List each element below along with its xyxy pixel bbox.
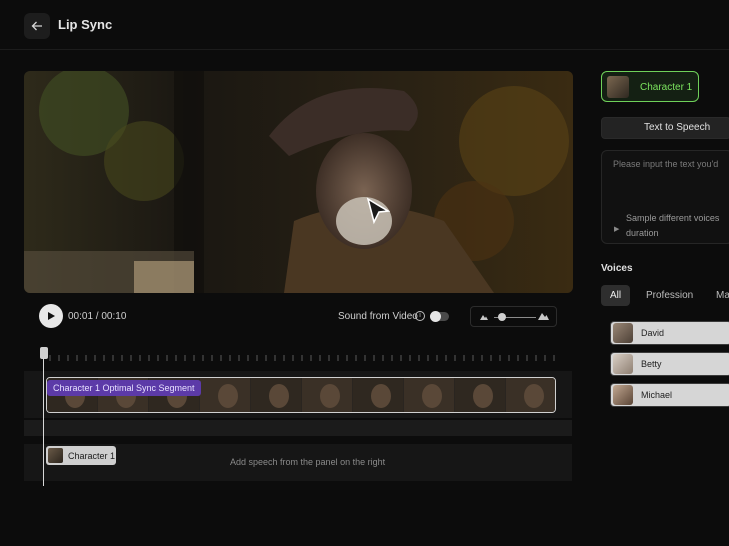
- add-speech-hint: Add speech from the panel on the right: [230, 457, 386, 467]
- toggle-knob: [430, 311, 441, 322]
- avatar: [613, 323, 633, 343]
- voice-item-michael[interactable]: Michael: [610, 383, 729, 407]
- voice-name: Betty: [641, 359, 662, 369]
- sync-segment-badge[interactable]: Character 1 Optimal Sync Segment: [47, 380, 201, 396]
- clip-thumbnail-face: [371, 384, 391, 408]
- zoom-control: [470, 306, 557, 327]
- character-tab[interactable]: Character 1: [601, 71, 699, 102]
- voice-name: David: [641, 328, 665, 338]
- playhead-handle[interactable]: [40, 347, 48, 359]
- filter-profession[interactable]: Profession: [646, 285, 693, 306]
- page-title: Lip Sync: [58, 17, 113, 32]
- arrow-left-icon: [31, 21, 42, 31]
- voice-item-david[interactable]: David: [610, 321, 729, 345]
- voice-name: Michael: [641, 390, 673, 400]
- clip-thumbnail-face: [473, 384, 493, 408]
- character-tab-label: Character 1: [640, 82, 693, 93]
- timeline-ruler[interactable]: [40, 352, 556, 362]
- mouse-cursor-icon: [366, 197, 391, 230]
- clip-thumbnail-face: [269, 384, 289, 408]
- speech-text-input[interactable]: Please input the text you'd ▶ Sample dif…: [601, 150, 729, 244]
- clip-thumbnail-face: [524, 384, 544, 408]
- filter-more[interactable]: Ma: [716, 285, 729, 306]
- top-bar: Lip Sync: [0, 0, 729, 50]
- character-avatar: [607, 76, 629, 98]
- video-preview[interactable]: [24, 71, 573, 293]
- character-thumbnail: [48, 448, 63, 463]
- sound-toggle[interactable]: [430, 311, 449, 322]
- info-icon[interactable]: i: [415, 311, 425, 321]
- sample-hint-line2: duration: [626, 228, 659, 238]
- avatar: [613, 385, 633, 405]
- avatar: [613, 354, 633, 374]
- time-display: 00:01 / 00:10: [68, 311, 127, 322]
- character-chip-label: Character 1: [68, 450, 116, 461]
- sound-from-video-label: Sound from Video: [338, 311, 418, 322]
- play-button[interactable]: [39, 304, 63, 328]
- video-frame-image: [24, 71, 573, 293]
- clip-thumbnail-face: [218, 384, 238, 408]
- clip-thumbnail-face: [422, 384, 442, 408]
- zoom-out-icon[interactable]: [480, 314, 488, 320]
- text-input-placeholder: Please input the text you'd: [613, 159, 719, 169]
- voices-title: Voices: [601, 263, 633, 274]
- clip-thumbnail-face: [320, 384, 340, 408]
- filter-all[interactable]: All: [601, 285, 631, 306]
- play-icon: [48, 312, 55, 320]
- voice-item-betty[interactable]: Betty: [610, 352, 729, 376]
- character-chip[interactable]: Character 1: [46, 446, 116, 465]
- zoom-in-icon[interactable]: [538, 312, 549, 320]
- tab-text-to-speech[interactable]: Text to Speech: [601, 117, 729, 139]
- spacer-track: [24, 420, 572, 436]
- zoom-slider-handle[interactable]: [498, 313, 507, 321]
- back-button[interactable]: [24, 13, 50, 39]
- sample-hint-line1: Sample different voices: [626, 213, 720, 223]
- playhead-line: [43, 358, 44, 486]
- play-triangle-icon: ▶: [614, 226, 620, 233]
